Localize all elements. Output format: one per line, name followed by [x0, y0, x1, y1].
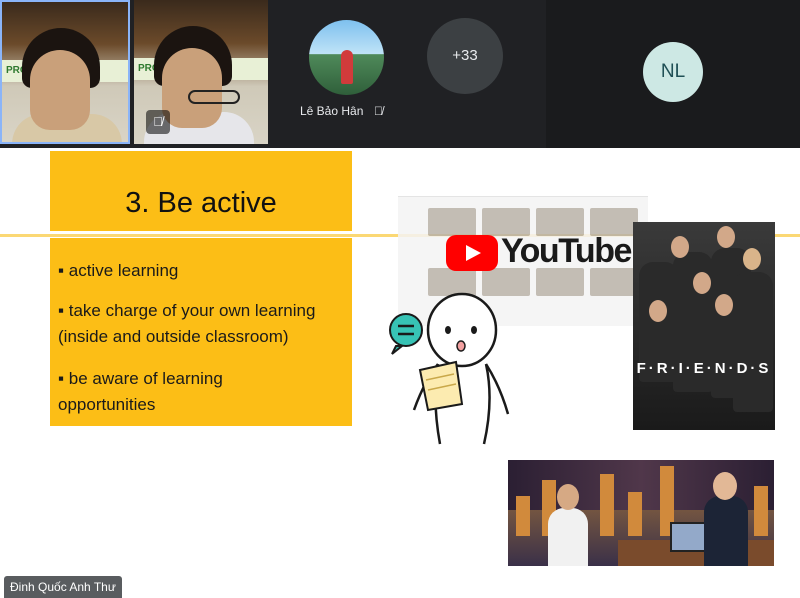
youtube-play-icon	[446, 235, 498, 271]
character-eye	[445, 326, 451, 334]
mic-off-icon: 🎙̸	[374, 104, 383, 118]
bullet-line: (inside and outside classroom)	[58, 327, 289, 346]
cast-face	[649, 300, 667, 322]
bullet-line: ▪ active learning	[58, 261, 179, 280]
guest-head	[557, 484, 579, 510]
bullet-item: ▪ be aware of learning opportunities	[58, 366, 223, 418]
video-thumbnail	[428, 208, 476, 236]
paper-sheet	[418, 360, 464, 412]
bullet-box: ▪ active learning ▪ take charge of your …	[50, 238, 352, 426]
character-mouth	[456, 340, 466, 352]
bullet-line: ▪ be aware of learning	[58, 369, 223, 388]
speech-bubble-tail	[391, 345, 405, 355]
participant-video-1[interactable]: PROVING YOUR	[0, 0, 130, 144]
cast-face	[743, 248, 761, 270]
video-thumbnail	[536, 268, 584, 296]
participant-name: Lê Bảo Hân	[300, 104, 364, 118]
play-triangle	[466, 245, 481, 261]
title-box: 3. Be active	[50, 151, 352, 231]
cast-member	[733, 272, 773, 412]
building	[516, 496, 530, 536]
more-participants-button[interactable]: +33	[427, 18, 503, 94]
bullet-item: ▪ active learning	[58, 258, 178, 284]
building	[600, 474, 614, 536]
bullet-line: ▪ take charge of your own learning	[58, 301, 316, 320]
avatar-figure	[341, 50, 353, 84]
cast-face	[671, 236, 689, 258]
participant-avatar-photo[interactable]	[309, 20, 384, 95]
bullet-item: ▪ take charge of your own learning (insid…	[58, 298, 315, 350]
slide-title: 3. Be active	[125, 187, 277, 219]
character-head	[426, 292, 498, 368]
cartoon-reader-illustration	[389, 292, 510, 445]
participant-face	[162, 48, 222, 128]
video-thumbnail	[590, 268, 638, 296]
youtube-topbar	[398, 178, 648, 197]
building	[754, 486, 768, 536]
glasses	[188, 90, 240, 104]
cast-face	[715, 294, 733, 316]
participant-initials-avatar: NL	[643, 42, 703, 102]
presenter-name-tag: Đinh Quốc Anh Thư	[4, 576, 122, 598]
guest	[548, 508, 588, 566]
cast-face	[717, 226, 735, 248]
building	[628, 492, 642, 536]
friends-logo: F·R·I·E·N·D·S	[636, 360, 772, 377]
talk-show-photo	[508, 460, 774, 566]
host-head	[713, 472, 737, 500]
speech-bubble-icon	[389, 313, 423, 347]
bullet-line: opportunities	[58, 395, 156, 414]
character-eye	[471, 326, 477, 334]
participant-face	[30, 50, 90, 130]
host	[704, 496, 748, 566]
cast-face	[693, 272, 711, 294]
mic-off-icon: 🎙̸	[146, 110, 170, 134]
youtube-wordmark: YouTube	[501, 232, 632, 270]
friends-poster: F·R·I·E·N·D·S	[633, 222, 775, 430]
